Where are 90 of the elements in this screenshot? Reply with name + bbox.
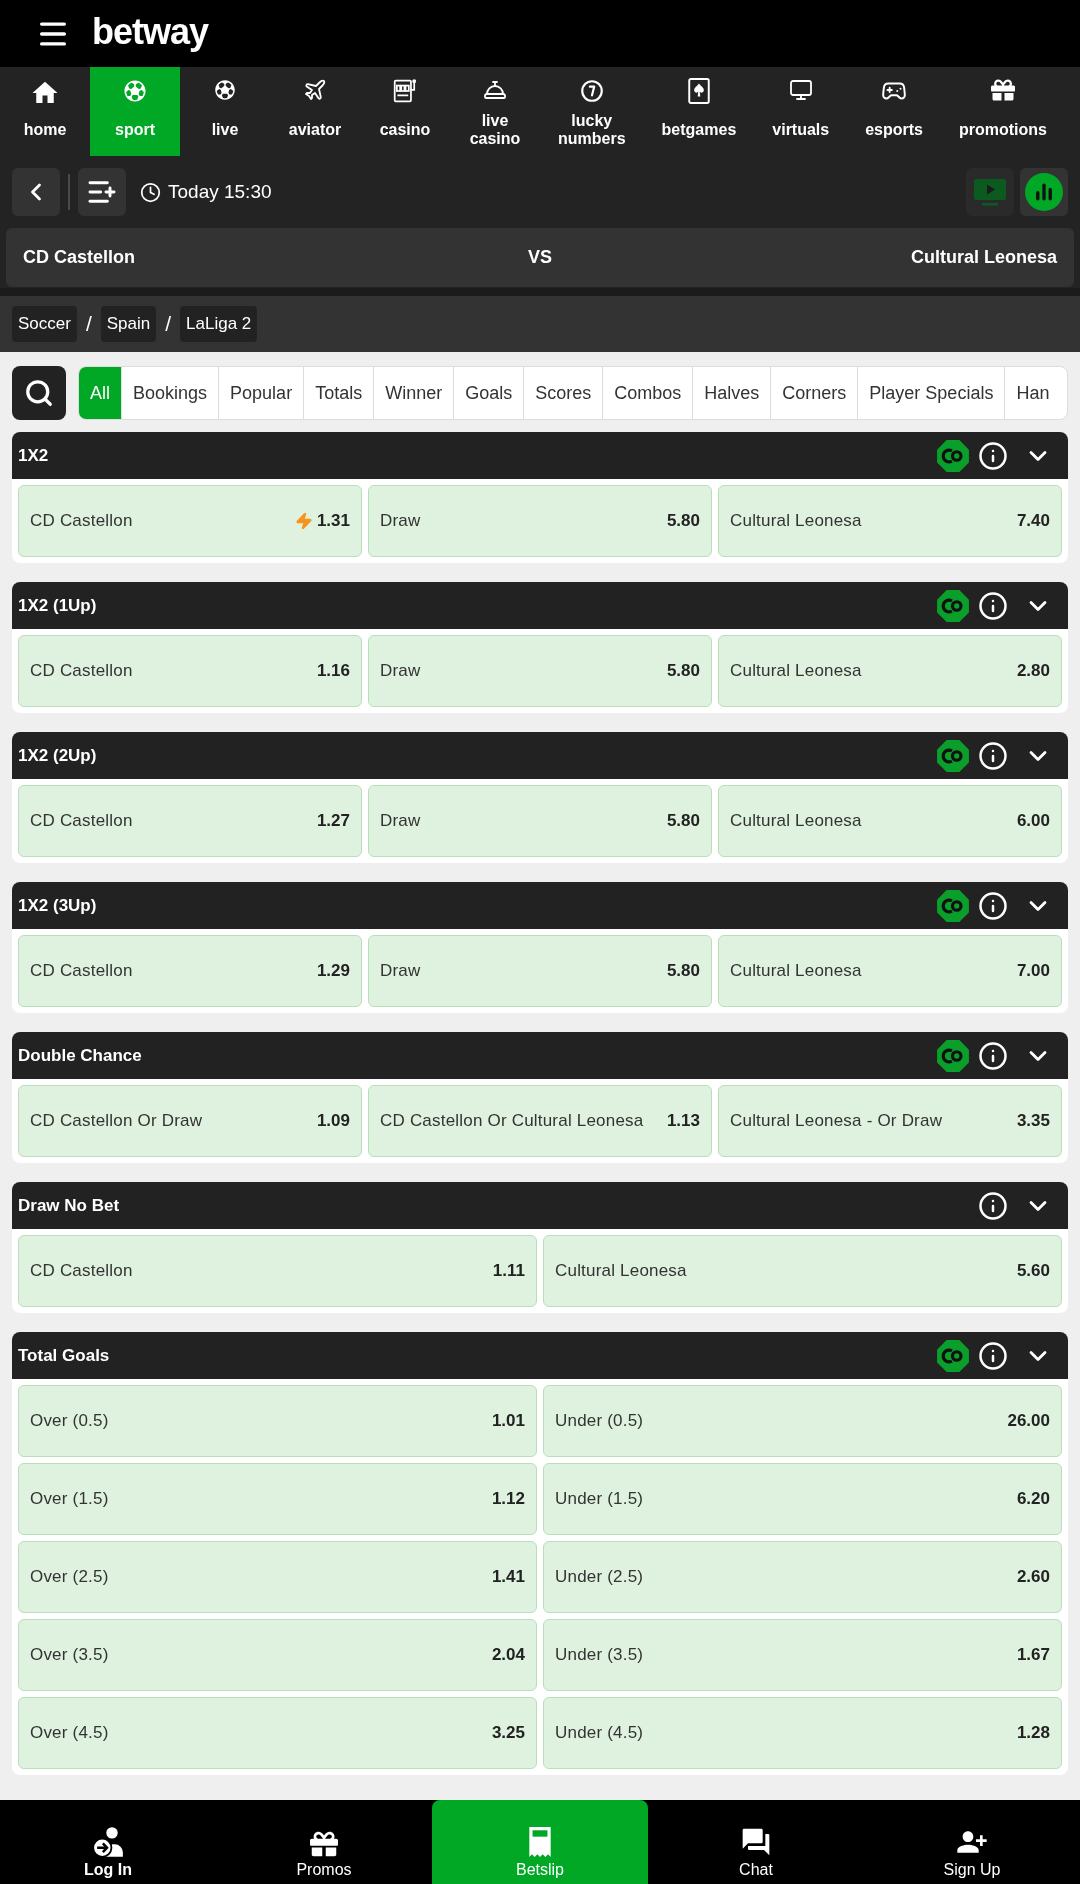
vs-label: VS [528,246,552,269]
market-header[interactable]: 1X2 (2Up) [12,732,1068,779]
search-button[interactable] [12,366,66,420]
odds-button[interactable]: Over (1.5) 1.12 [18,1463,537,1535]
odds-button[interactable]: CD Castellon 1.16 [18,635,362,707]
info-icon[interactable] [978,590,1008,621]
odds-button[interactable]: Cultural Leonesa - Or Draw 3.35 [718,1085,1062,1157]
odds-button[interactable]: Draw 5.80 [368,785,712,857]
market-header[interactable]: 1X2 (3Up) [12,882,1068,929]
nav-item[interactable]: lucky numbers [540,67,644,156]
tv-icon [973,177,1007,207]
receipt-icon [527,1826,553,1858]
number-ball-icon [578,78,605,104]
odds-button[interactable]: CD Castellon 1.31 [18,485,362,557]
odds-button[interactable]: Cultural Leonesa 7.40 [718,485,1062,557]
odds-button[interactable]: Draw 5.80 [368,485,712,557]
market-header[interactable]: Total Goals [12,1332,1068,1379]
nav-item[interactable]: live casino [450,67,540,156]
away-team-name: Cultural Leonesa [910,246,1057,269]
nav-item[interactable]: home [0,67,90,156]
breadcrumb-link[interactable]: Soccer [12,306,77,342]
nav-item[interactable]: promotions [941,67,1065,156]
odds-button[interactable]: CD Castellon Or Draw 1.09 [18,1085,362,1157]
odds-button[interactable]: Under (3.5) 1.67 [543,1619,1062,1691]
odds-button[interactable]: Over (2.5) 1.41 [18,1541,537,1613]
market-header[interactable]: 1X2 [12,432,1068,479]
nav-item[interactable]: aviator [270,67,360,156]
odds-button[interactable]: Over (0.5) 1.01 [18,1385,537,1457]
gift-icon [310,1830,338,1858]
bell-icon [483,78,507,102]
market-header[interactable]: Double Chance [12,1032,1068,1079]
market-title: Double Chance [18,1044,142,1067]
odds-button[interactable]: Over (3.5) 2.04 [18,1619,537,1691]
info-icon[interactable] [978,1040,1008,1071]
playing-card-icon [687,78,710,104]
bar-chart-icon [1025,173,1063,211]
gift-icon [991,78,1015,102]
event-time: Today 15:30 [168,179,272,204]
odds-button[interactable]: Under (2.5) 2.60 [543,1541,1062,1613]
breadcrumb-separator: / [85,311,92,338]
odds-button[interactable]: CD Castellon Or Cultural Leonesa 1.13 [368,1085,712,1157]
odds-button[interactable]: Cultural Leonesa 6.00 [718,785,1062,857]
add-to-list-button[interactable] [78,168,126,216]
airplane-icon [303,78,327,102]
odds-button[interactable]: Draw 5.80 [368,635,712,707]
odds-button[interactable]: Over (4.5) 3.25 [18,1697,537,1769]
nav-item[interactable]: casino [360,67,450,156]
odds-button[interactable]: CD Castellon 1.27 [18,785,362,857]
odds-button[interactable]: Under (0.5) 26.00 [543,1385,1062,1457]
nav-item[interactable]: betgames [643,67,755,156]
monitor-icon [788,78,813,102]
market-title: 1X2 (2Up) [18,744,97,767]
odds-button[interactable]: Cultural Leonesa 2.80 [718,635,1062,707]
market-title: 1X2 (3Up) [18,894,97,917]
market-title: Draw No Bet [18,1194,120,1217]
bottom-nav-item[interactable]: Sign Up [864,1812,1080,1884]
info-icon[interactable] [978,1340,1008,1371]
odds-button[interactable]: Under (1.5) 6.20 [543,1463,1062,1535]
info-icon[interactable] [978,890,1008,921]
breadcrumb-link[interactable]: LaLiga 2 [180,306,258,342]
breadcrumb-link[interactable]: Spain [100,306,157,342]
nav-item[interactable]: esports [847,67,941,156]
market-title: Total Goals [18,1344,110,1367]
back-button[interactable] [12,168,60,216]
stats-button[interactable] [1020,168,1068,216]
bottom-nav-item[interactable]: Chat [648,1812,864,1884]
market-title: 1X2 (1Up) [18,594,97,617]
home-team-name: CD Castellon [23,246,136,269]
bottom-nav-item[interactable]: Promos [216,1812,432,1884]
info-icon[interactable] [978,1190,1008,1221]
odds-button[interactable]: CD Castellon 1.29 [18,935,362,1007]
odds-button[interactable]: Draw 5.80 [368,935,712,1007]
info-icon[interactable] [978,740,1008,771]
nav-item[interactable]: live [180,67,270,156]
odds-button[interactable]: Under (4.5) 1.28 [543,1697,1062,1769]
odds-button[interactable]: Cultural Leonesa 5.60 [543,1235,1062,1307]
nav-item[interactable]: virtuals [754,67,848,156]
market-header[interactable]: 1X2 (1Up) [12,582,1068,629]
market-title: 1X2 [18,444,49,467]
slot-machine-icon [392,78,418,104]
breadcrumb-separator: / [165,311,172,338]
search-icon [24,378,54,408]
market-header[interactable]: Draw No Bet [12,1182,1068,1229]
odds-button[interactable]: Cultural Leonesa 7.00 [718,935,1062,1007]
clock-icon [140,181,161,203]
user-login-icon [92,1826,124,1858]
info-icon[interactable] [978,440,1008,471]
odds-button[interactable]: CD Castellon 1.11 [18,1235,537,1307]
brand-logo[interactable]: betway [92,13,209,54]
bottom-nav-item[interactable]: Log In [0,1812,216,1884]
